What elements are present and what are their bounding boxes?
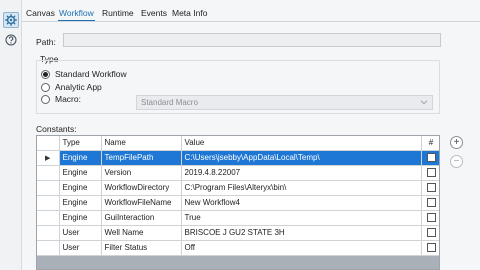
checkbox[interactable]: [426, 183, 436, 193]
chevron-down-icon: [420, 98, 428, 108]
table-row[interactable]: Engine Version 2019.4.8.22007: [37, 165, 439, 181]
row-indicator: [37, 225, 60, 241]
row-checkbox-cell: [421, 225, 439, 241]
row-indicator: [37, 165, 60, 181]
cell-value[interactable]: Off: [181, 240, 422, 256]
cell-value[interactable]: C:\Users\jsebby\AppData\Local\Temp\: [181, 150, 422, 166]
row-indicator: [37, 240, 60, 256]
row-checkbox-cell: [421, 195, 439, 211]
cell-type[interactable]: Engine: [59, 195, 102, 211]
tab-runtime[interactable]: Runtime: [102, 8, 134, 18]
minus-icon: −: [453, 155, 460, 167]
cell-name[interactable]: Version: [101, 165, 182, 181]
macro-select-value: Standard Macro: [141, 98, 198, 107]
constants-grid: Type Name Value # ▶ Engine TempFilePath …: [36, 135, 440, 270]
row-indicator-header: [37, 136, 60, 151]
table-row[interactable]: Engine GuiInteraction True: [37, 210, 439, 226]
tab-canvas[interactable]: Canvas: [26, 8, 55, 18]
table-row[interactable]: Engine WorkflowFileName New Workflow4: [37, 195, 439, 211]
cell-value[interactable]: C:\Program Files\Alteryx\bin\: [181, 180, 422, 196]
help-icon[interactable]: [3, 32, 19, 48]
constants-label: Constants:: [36, 124, 77, 134]
cell-type[interactable]: Engine: [59, 210, 102, 226]
cell-name[interactable]: WorkflowFileName: [101, 195, 182, 211]
macro-type-select[interactable]: Standard Macro: [136, 95, 433, 110]
cell-name[interactable]: GuiInteraction: [101, 210, 182, 226]
cell-type[interactable]: Engine: [59, 150, 102, 166]
radio-label: Standard Workflow: [55, 69, 127, 79]
row-checkbox-cell: [421, 150, 439, 166]
radio-button[interactable]: [41, 82, 50, 92]
tab-meta-info[interactable]: Meta Info: [172, 8, 207, 18]
cell-value[interactable]: True: [181, 210, 422, 226]
tab-workflow[interactable]: Workflow: [58, 8, 95, 21]
row-checkbox-cell: [421, 240, 439, 256]
radio-label: Analytic App: [55, 82, 102, 92]
radio-button[interactable]: [41, 94, 50, 104]
row-checkbox-cell: [421, 180, 439, 196]
checkbox[interactable]: [426, 228, 436, 238]
cell-name[interactable]: WorkflowDirectory: [101, 180, 182, 196]
cell-value[interactable]: BRISCOE J GU2 STATE 3H: [181, 225, 422, 241]
cell-type[interactable]: User: [59, 240, 102, 256]
grid-header-row: Type Name Value #: [37, 136, 439, 151]
type-group: Standard Workflow Analytic App Macro: St…: [36, 60, 440, 114]
add-constant-button[interactable]: +: [450, 136, 463, 149]
cell-name[interactable]: Filter Status: [101, 240, 182, 256]
table-row[interactable]: ▶ Engine TempFilePath C:\Users\jsebby\Ap…: [37, 150, 439, 166]
remove-constant-button[interactable]: −: [450, 155, 463, 168]
path-field[interactable]: [63, 33, 441, 47]
table-row[interactable]: User Well Name BRISCOE J GU2 STATE 3H: [37, 225, 439, 241]
checkbox[interactable]: [426, 213, 436, 223]
checkbox[interactable]: [426, 198, 436, 208]
cell-value[interactable]: New Workflow4: [181, 195, 422, 211]
row-checkbox-cell: [421, 165, 439, 181]
column-header-name[interactable]: Name: [101, 136, 182, 151]
plus-icon: +: [453, 136, 460, 148]
cell-type[interactable]: Engine: [59, 180, 102, 196]
radio-macro[interactable]: Macro:: [41, 94, 81, 104]
row-indicator: [37, 210, 60, 226]
gear-icon[interactable]: [3, 12, 19, 28]
table-row[interactable]: User Filter Status Off: [37, 240, 439, 256]
column-header-value[interactable]: Value: [181, 136, 422, 151]
row-checkbox-cell: [421, 210, 439, 226]
radio-analytic-app[interactable]: Analytic App: [41, 82, 102, 92]
radio-label: Macro:: [55, 94, 81, 104]
cell-type[interactable]: Engine: [59, 165, 102, 181]
column-header-type[interactable]: Type: [59, 136, 102, 151]
cell-name[interactable]: TempFilePath: [101, 150, 182, 166]
path-label: Path:: [36, 37, 56, 47]
column-header-number[interactable]: #: [421, 136, 439, 151]
tab-events[interactable]: Events: [141, 8, 167, 18]
radio-button[interactable]: [41, 69, 50, 79]
row-indicator: [37, 195, 60, 211]
checkbox[interactable]: [426, 153, 436, 163]
row-indicator: [37, 180, 60, 196]
left-toolbar: [0, 0, 22, 270]
checkbox[interactable]: [426, 168, 436, 178]
checkbox[interactable]: [426, 243, 436, 253]
tab-bar: Canvas Workflow Runtime Events Meta Info: [22, 0, 480, 22]
table-row[interactable]: Engine WorkflowDirectory C:\Program File…: [37, 180, 439, 196]
cell-value[interactable]: 2019.4.8.22007: [181, 165, 422, 181]
cell-type[interactable]: User: [59, 225, 102, 241]
cell-name[interactable]: Well Name: [101, 225, 182, 241]
radio-standard-workflow[interactable]: Standard Workflow: [41, 69, 127, 79]
row-pointer-icon: ▶: [37, 150, 60, 166]
